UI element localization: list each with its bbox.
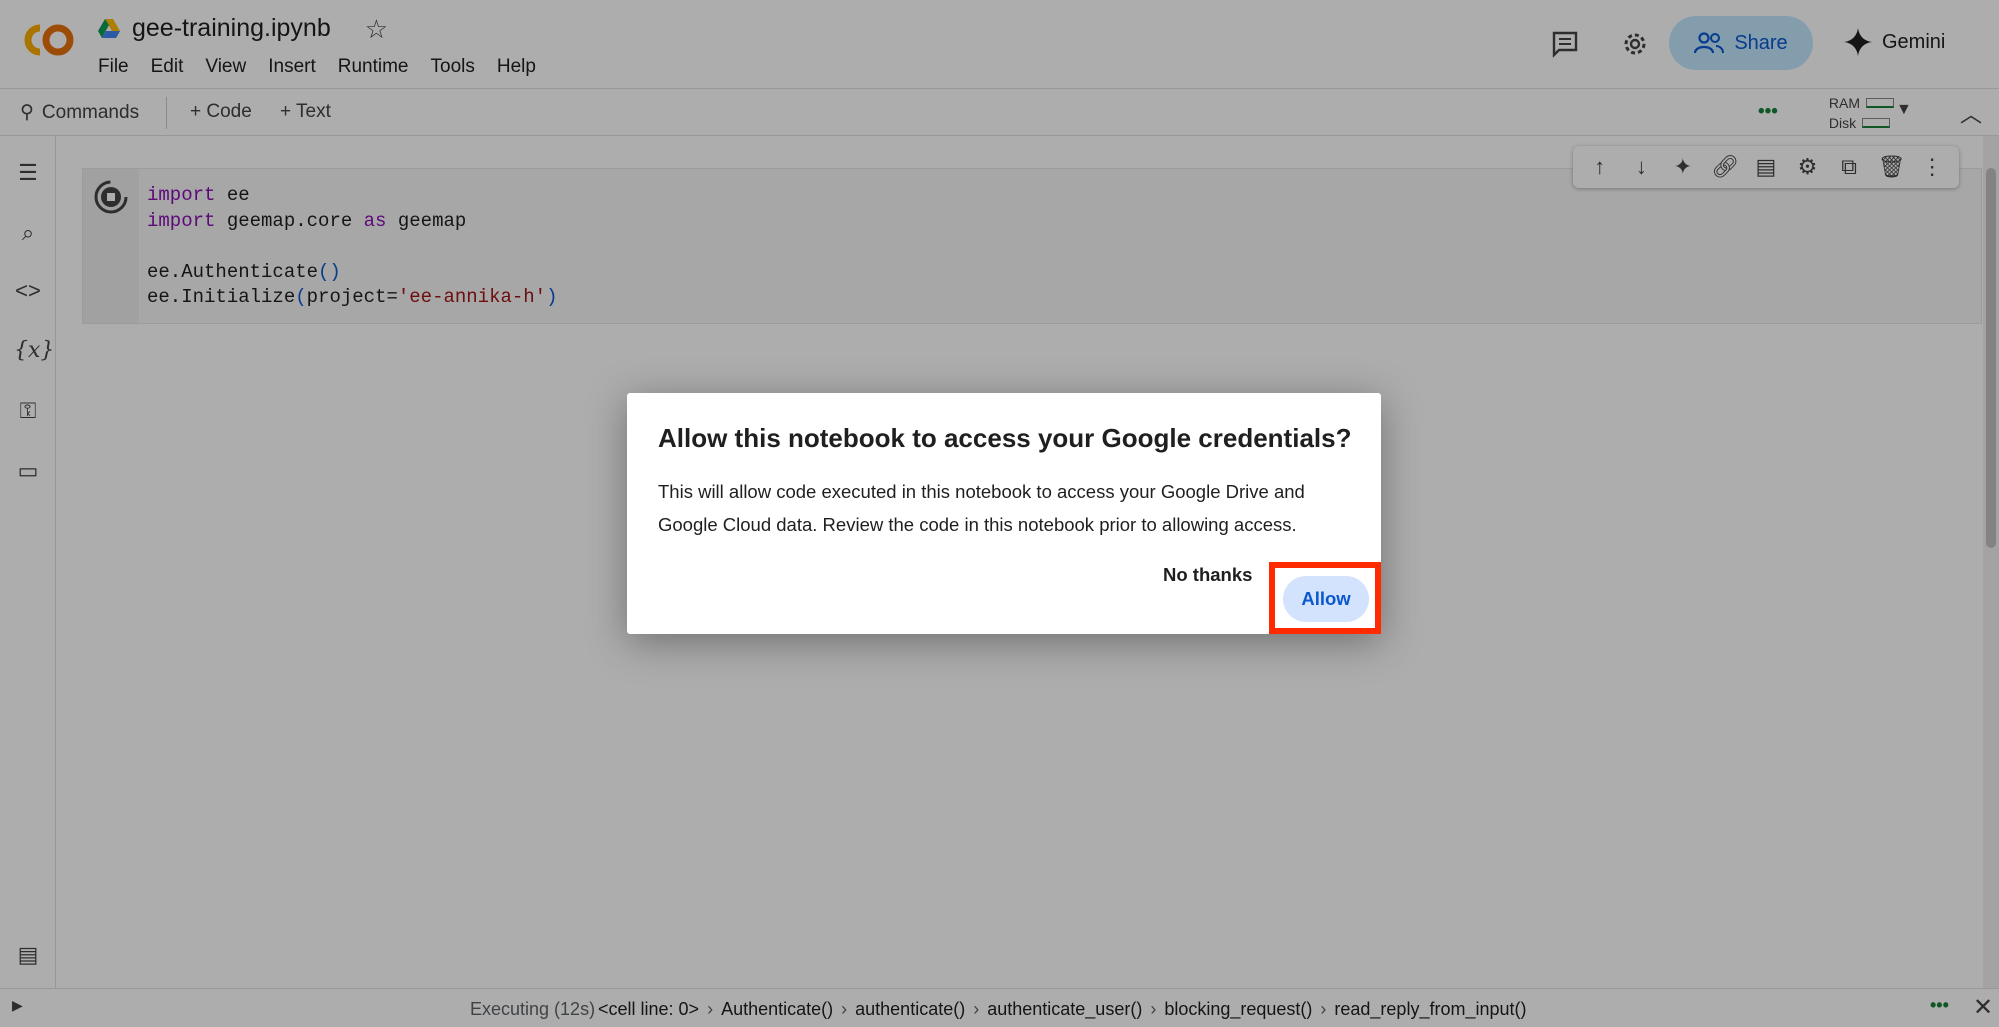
dialog-title: Allow this notebook to access your Googl… [658, 423, 1352, 453]
allow-button[interactable]: Allow [1283, 576, 1369, 622]
no-thanks-button[interactable]: No thanks [1163, 564, 1252, 586]
credentials-dialog: Allow this notebook to access your Googl… [627, 393, 1381, 634]
dialog-body: This will allow code executed in this no… [658, 481, 1305, 535]
